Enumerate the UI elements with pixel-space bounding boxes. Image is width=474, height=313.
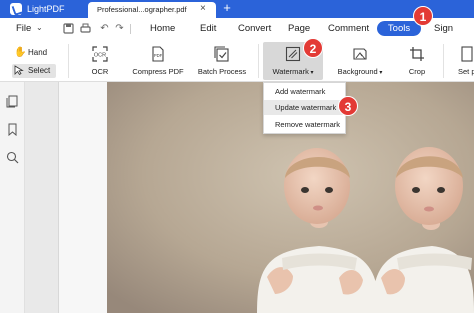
menu-sign[interactable]: Sign: [434, 23, 453, 34]
redo-icon[interactable]: ↷: [114, 23, 125, 34]
step-badge-1: 1: [413, 6, 433, 26]
background-button[interactable]: Background ▾: [336, 42, 384, 80]
svg-text:PDF: PDF: [154, 53, 163, 58]
hand-label: Hand: [28, 48, 48, 57]
menu-convert[interactable]: Convert: [238, 23, 271, 34]
toolbar-divider: [68, 44, 69, 78]
left-sidebar: [0, 82, 25, 313]
batch-process-button[interactable]: Batch Process: [195, 42, 249, 80]
menu-home[interactable]: Home: [150, 23, 175, 34]
crop-button[interactable]: Crop: [402, 42, 432, 80]
watermark-icon: [285, 46, 301, 62]
set-page-label: Set p: [458, 67, 474, 76]
file-menu[interactable]: File: [16, 23, 31, 34]
select-tool-button[interactable]: Select: [12, 64, 56, 78]
watermark-label: Watermark ▾: [272, 67, 314, 76]
bookmark-icon[interactable]: [6, 123, 19, 137]
menu-comment[interactable]: Comment: [328, 23, 369, 34]
add-watermark-item[interactable]: Add watermark: [264, 84, 345, 99]
watermark-dropdown-menu: Add watermark Update watermark Remove wa…: [263, 82, 346, 134]
search-icon[interactable]: [6, 151, 19, 164]
title-bar: LightPDF Professional...ographer.pdf × +: [0, 0, 474, 18]
toolbar-divider: [258, 44, 259, 78]
print-icon[interactable]: [80, 23, 91, 34]
background-icon: [352, 46, 368, 62]
ocr-label: OCR: [91, 67, 109, 76]
select-label: Select: [28, 66, 51, 75]
svg-text:OCR: OCR: [94, 53, 106, 59]
menu-tools[interactable]: Tools: [377, 21, 421, 36]
menu-edit[interactable]: Edit: [200, 23, 216, 34]
ocr-button[interactable]: OCR OCR: [82, 42, 118, 80]
new-tab-button[interactable]: +: [220, 1, 234, 15]
menu-page[interactable]: Page: [288, 23, 310, 34]
close-tab-icon[interactable]: ×: [200, 3, 206, 14]
page-margin: [58, 82, 107, 313]
ocr-icon: OCR: [92, 46, 108, 62]
hand-tool-button[interactable]: ✋ Hand: [12, 46, 56, 60]
compress-pdf-button[interactable]: PDF Compress PDF: [129, 42, 187, 80]
crop-icon: [409, 46, 425, 62]
document-tab[interactable]: Professional...ographer.pdf ×: [88, 2, 216, 18]
step-badge-3: 3: [338, 96, 358, 116]
compress-pdf-label: Compress PDF: [132, 67, 184, 76]
save-icon[interactable]: [63, 23, 74, 34]
compress-pdf-icon: PDF: [150, 46, 166, 62]
app-name: LightPDF: [27, 4, 65, 14]
menu-bar: File ⌄ ↶ ↷ Home Edit Convert Page Commen…: [0, 18, 474, 40]
batch-process-label: Batch Process: [197, 67, 247, 76]
app-tab[interactable]: LightPDF: [0, 0, 88, 18]
batch-process-icon: [214, 46, 230, 62]
lightpdf-logo-icon: [10, 3, 22, 15]
step-badge-2: 2: [303, 38, 323, 58]
set-page-icon: [460, 46, 474, 62]
crop-label: Crop: [408, 67, 426, 76]
set-page-button[interactable]: Set p: [452, 42, 474, 80]
undo-icon[interactable]: ↶: [99, 23, 110, 34]
remove-watermark-item[interactable]: Remove watermark: [264, 117, 345, 132]
update-watermark-item[interactable]: Update watermark: [264, 100, 345, 115]
hand-icon: ✋: [14, 47, 27, 58]
toolbar-divider: [443, 44, 444, 78]
tools-toolbar: ✋ Hand Select OCR OCR PDF Compress PDF B…: [0, 40, 474, 82]
pages-icon[interactable]: [6, 95, 19, 108]
cursor-icon: [14, 65, 24, 78]
background-label: Background ▾: [337, 67, 383, 76]
chevron-down-icon[interactable]: ⌄: [36, 23, 43, 32]
document-tab-name: Professional...ographer.pdf: [97, 5, 187, 14]
quick-access-divider: [130, 24, 131, 34]
